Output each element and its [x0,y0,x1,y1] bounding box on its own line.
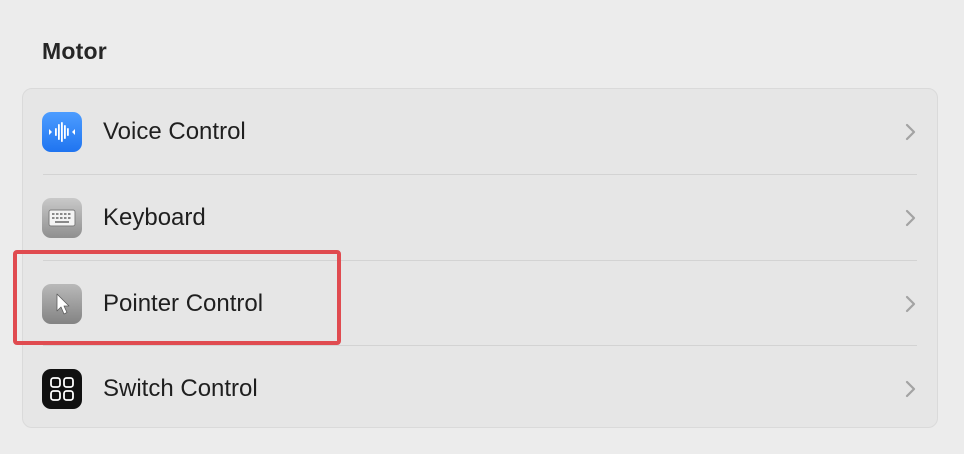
keyboard-icon [42,197,82,238]
pointer-icon [42,283,82,324]
row-voice-control[interactable]: Voice Control [23,89,937,174]
section-title: Motor [42,38,107,64]
chevron-right-icon [903,377,919,401]
chevron-right-icon [903,206,919,230]
chevron-right-icon [903,292,919,316]
row-pointer-control[interactable]: Pointer Control [23,261,937,346]
switch-control-icon [42,368,82,409]
row-voice-control-label: Voice Control [103,117,246,145]
row-keyboard[interactable]: Keyboard [23,175,937,260]
chevron-right-icon [903,120,919,144]
row-keyboard-label: Keyboard [103,203,206,231]
voice-control-icon [42,111,82,152]
row-switch-control-label: Switch Control [103,374,258,402]
motor-settings-group: Voice Control Keyboard Pointer Control S… [22,88,938,428]
row-pointer-control-label: Pointer Control [103,289,264,317]
row-switch-control[interactable]: Switch Control [23,346,937,431]
